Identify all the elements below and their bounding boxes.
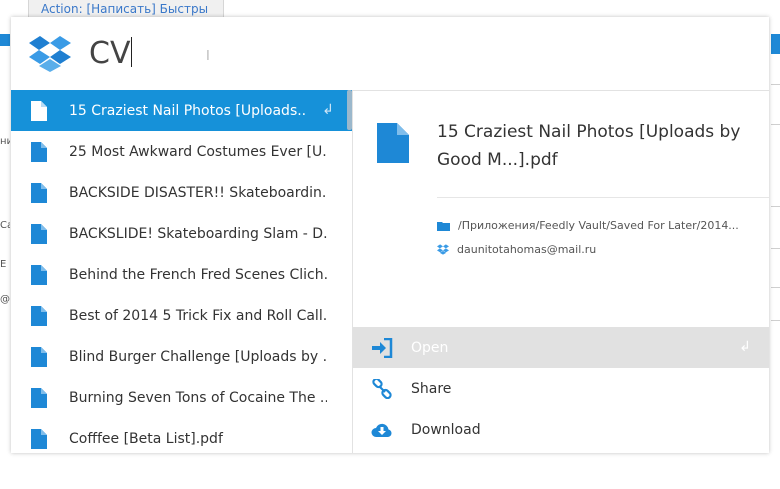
results-list: 15 Craziest Nail Photos [Uploads... ↲ 25… <box>11 90 353 453</box>
background-toolbar-edge <box>0 34 10 46</box>
result-item[interactable]: Burning Seven Tons of Cocaine The ... <box>11 377 352 418</box>
enter-key-icon: ↲ <box>739 339 751 355</box>
result-item[interactable]: 25 Most Awkward Costumes Ever [U... <box>11 131 352 172</box>
background-text: @ <box>0 294 10 305</box>
background-divider <box>771 287 780 288</box>
file-icon <box>31 305 47 326</box>
result-item[interactable]: Best of 2014 5 Trick Fix and Roll Call..… <box>11 295 352 336</box>
background-text: ни <box>0 136 10 147</box>
background-divider <box>771 124 780 125</box>
sign-in-icon <box>371 337 393 359</box>
search-query-text: CV <box>89 36 131 71</box>
cloud-download-icon <box>371 419 393 441</box>
action-list: Open ↲ Share Download <box>353 327 769 450</box>
result-label: Burning Seven Tons of Cocaine The ... <box>69 389 327 406</box>
result-item[interactable]: Behind the French Fred Scenes Clich... <box>11 254 352 295</box>
search-bar[interactable]: CV I <box>11 17 769 91</box>
mouse-cursor-icon: I <box>206 49 210 64</box>
download-action[interactable]: Download <box>353 409 769 450</box>
background-toolbar-edge-right <box>771 34 780 54</box>
enter-key-icon: ↲ <box>322 102 334 118</box>
file-icon <box>31 141 47 162</box>
detail-path: /Приложения/Feedly Vault/Saved For Later… <box>458 219 739 232</box>
detail-account-row: daunitotahomas@mail.ru <box>437 243 596 256</box>
dropbox-small-icon <box>437 244 449 255</box>
background-divider <box>771 206 780 207</box>
result-item[interactable]: 15 Craziest Nail Photos [Uploads... ↲ <box>11 90 352 131</box>
link-icon <box>371 378 393 400</box>
background-divider <box>771 320 780 321</box>
open-action[interactable]: Open ↲ <box>353 327 769 368</box>
background-text: Са <box>0 220 10 231</box>
download-label: Download <box>411 421 481 438</box>
result-label: 15 Craziest Nail Photos [Uploads... <box>69 102 305 119</box>
result-label: Cofffee [Beta List].pdf <box>69 430 223 447</box>
result-label: BACKSIDE DISASTER!! Skateboardin... <box>69 184 327 201</box>
share-label: Share <box>411 380 452 397</box>
background-divider <box>771 84 780 85</box>
result-label: Blind Burger Challenge [Uploads by ... <box>69 348 327 365</box>
results-scrollbar[interactable] <box>347 90 352 130</box>
text-caret <box>131 37 133 67</box>
file-icon <box>377 123 409 163</box>
file-icon <box>31 100 47 121</box>
divider <box>437 197 769 198</box>
result-item[interactable]: BACKSIDE DISASTER!! Skateboardin... <box>11 172 352 213</box>
result-label: BACKSLIDE! Skateboarding Slam - D... <box>69 225 327 242</box>
background-divider <box>771 248 780 249</box>
folder-icon <box>437 221 450 231</box>
result-label: 25 Most Awkward Costumes Ever [U... <box>69 143 327 160</box>
result-item[interactable]: Blind Burger Challenge [Uploads by ... <box>11 336 352 377</box>
open-label: Open <box>411 339 449 356</box>
share-action[interactable]: Share <box>353 368 769 409</box>
background-text: Е <box>0 259 7 270</box>
detail-panel: 15 Craziest Nail Photos [Uploads by Good… <box>353 90 769 453</box>
file-icon <box>31 182 47 203</box>
result-item[interactable]: BACKSLIDE! Skateboarding Slam - D... <box>11 213 352 254</box>
search-input[interactable]: CV <box>89 35 133 73</box>
background-tab[interactable]: Action: [Написать] Быстры <box>28 0 224 18</box>
detail-path-row: /Приложения/Feedly Vault/Saved For Later… <box>437 219 739 232</box>
file-icon <box>31 223 47 244</box>
file-icon <box>31 264 47 285</box>
detail-title: 15 Craziest Nail Photos [Uploads by Good… <box>437 122 741 170</box>
file-icon <box>31 346 47 367</box>
file-icon <box>31 428 47 449</box>
result-item[interactable]: Cofffee [Beta List].pdf <box>11 418 352 453</box>
file-icon <box>31 387 47 408</box>
dropbox-logo-icon <box>29 36 71 72</box>
result-label: Behind the French Fred Scenes Clich... <box>69 266 327 283</box>
detail-account: daunitotahomas@mail.ru <box>457 243 597 256</box>
result-label: Best of 2014 5 Trick Fix and Roll Call..… <box>69 307 327 324</box>
search-launcher: CV I 15 Craziest Nail Photos [Uploads...… <box>11 17 769 453</box>
